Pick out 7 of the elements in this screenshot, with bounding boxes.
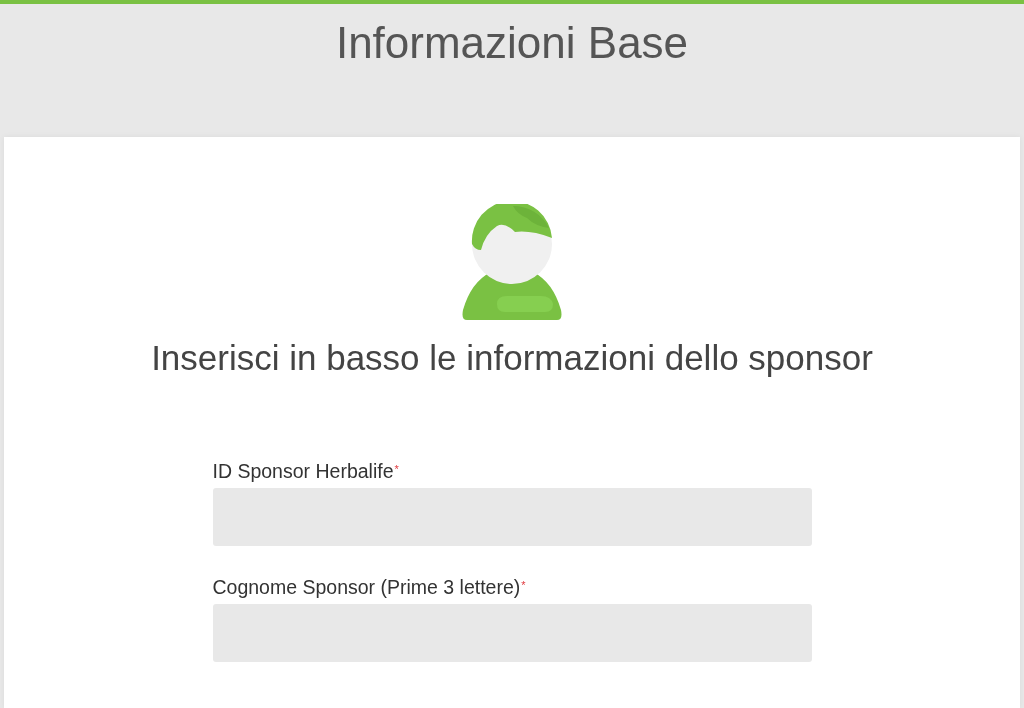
user-avatar-icon bbox=[461, 204, 563, 320]
field-label: ID Sponsor Herbalife bbox=[212, 460, 394, 482]
field-label: Cognome Sponsor (Prime 3 lettere) bbox=[212, 576, 521, 598]
required-mark: * bbox=[394, 463, 399, 475]
form-heading: Inserisci in basso le informazioni dello sponsor bbox=[151, 338, 873, 378]
page-title: Informazioni Base bbox=[335, 17, 689, 69]
required-mark: * bbox=[521, 579, 526, 591]
